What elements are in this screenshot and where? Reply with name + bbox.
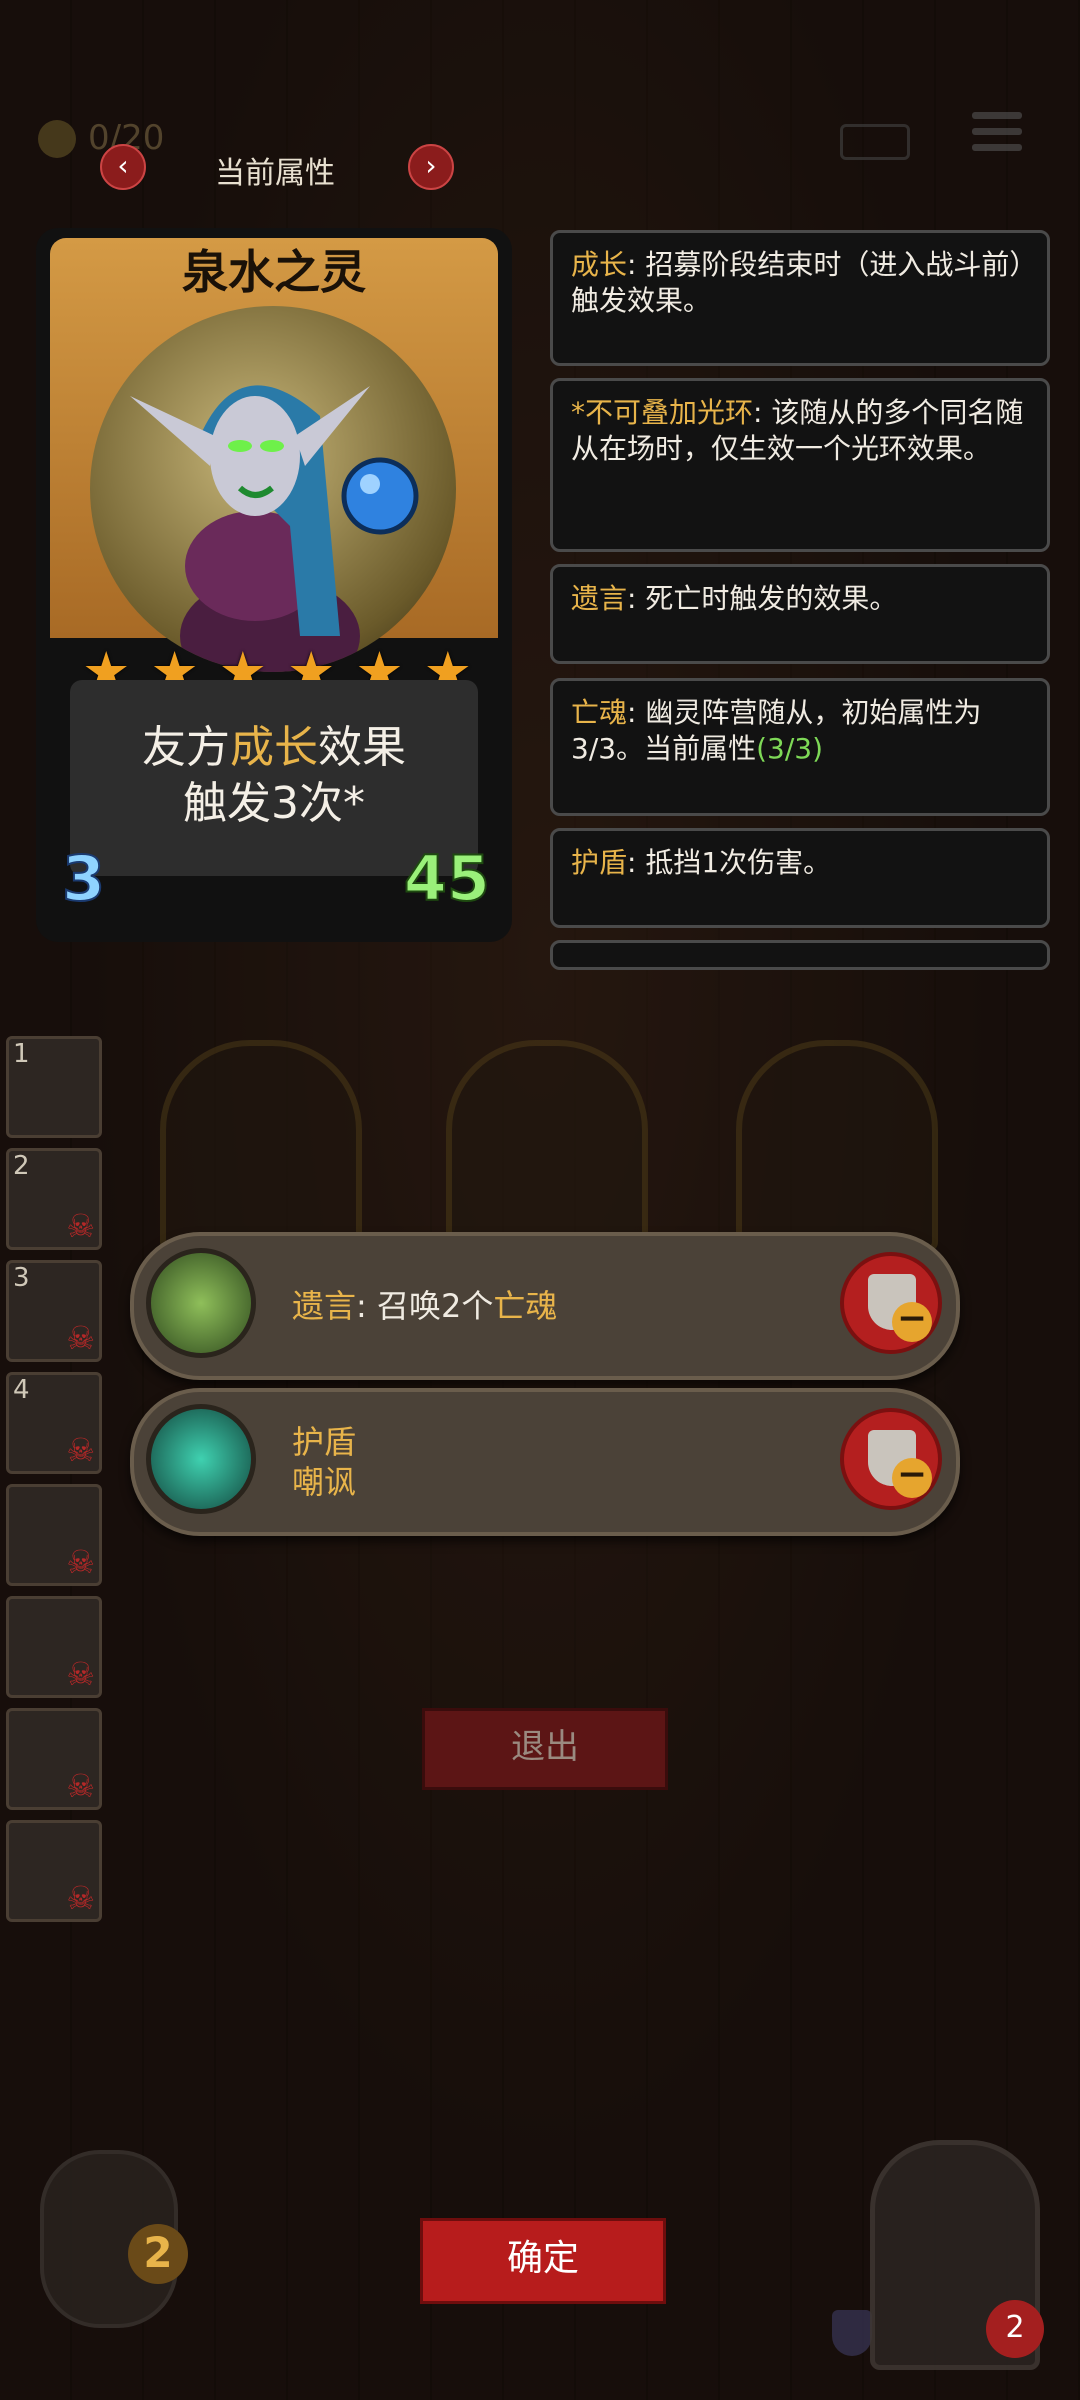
remove-effect-button[interactable]: −	[840, 1408, 942, 1510]
keyword-name: 遗言	[571, 582, 628, 615]
desc-prefix: 友方	[142, 722, 230, 773]
remove-effect-button[interactable]: −	[840, 1252, 942, 1354]
keyword-text: : 死亡时触发的效果。	[627, 582, 898, 615]
keyword-panel-deathrattle: 遗言: 死亡时触发的效果。	[550, 564, 1050, 664]
card-portrait	[90, 306, 456, 672]
player-slot[interactable]: 2 ☠	[6, 1148, 102, 1250]
coin-counter: 2	[128, 2224, 188, 2284]
card-cost: 3	[61, 841, 106, 916]
skull-icon: ☠	[66, 1879, 95, 1917]
keyword-name: *不可叠加光环	[571, 396, 754, 429]
slot-number: 4	[13, 1375, 30, 1405]
slot-number: 1	[13, 1039, 30, 1069]
spirit-icon	[146, 1404, 256, 1514]
keyword-name: 成长	[571, 248, 628, 281]
effect-row-shield-taunt[interactable]: 护盾 嘲讽 −	[130, 1388, 960, 1536]
player-slot[interactable]: ☠	[6, 1484, 102, 1586]
minion-card: 泉水之灵 ★ ★ ★ ★ ★ ★ 友方成长效果 触发3次* 3 45	[36, 228, 512, 942]
effect-separator: :	[356, 1287, 377, 1325]
player-slot[interactable]: 1	[6, 1036, 102, 1138]
player-slot[interactable]: ☠	[6, 1820, 102, 1922]
slot-number: 2	[13, 1151, 30, 1181]
player-slot[interactable]: 4 ☠	[6, 1372, 102, 1474]
player-slot[interactable]: ☠	[6, 1708, 102, 1810]
next-attribute-button[interactable]: ›	[408, 144, 454, 190]
hero-health: 2	[986, 2300, 1044, 2358]
battery-icon	[840, 124, 910, 160]
desc-line2: 触发3次*	[183, 778, 365, 829]
keyword-name: 亡魂	[571, 696, 628, 729]
menu-icon[interactable]	[972, 112, 1022, 156]
keyword-name: 护盾	[571, 846, 628, 879]
effect-text: 遗言: 召唤2个亡魂	[292, 1286, 557, 1326]
effect-keyword: 护盾	[292, 1423, 357, 1461]
confirm-button[interactable]: 确定	[420, 2218, 666, 2304]
keyword-panel-growth: 成长: 招募阶段结束时（进入战斗前）触发效果。	[550, 230, 1050, 366]
skull-icon: ☠	[66, 1431, 95, 1469]
minus-icon: −	[892, 1301, 932, 1342]
effect-keyword: 嘲讽	[292, 1463, 357, 1501]
effect-keyword: 遗言	[292, 1287, 357, 1325]
keyword-stat: (3/3)	[756, 732, 823, 765]
card-name: 泉水之灵	[182, 245, 366, 299]
skull-icon: ☠	[66, 1319, 95, 1357]
skull-icon: ☠	[66, 1655, 95, 1693]
keyword-text: : 抵挡1次伤害。	[627, 846, 832, 879]
keyword-panel-ghost: 亡魂: 幽灵阵营随从，初始属性为3/3。当前属性(3/3)	[550, 678, 1050, 816]
desc-keyword: 成长	[230, 722, 318, 773]
keyword-panel-shield: 护盾: 抵挡1次伤害。	[550, 828, 1050, 928]
card-description: 友方成长效果 触发3次*	[70, 720, 478, 832]
keyword-panel-more	[550, 940, 1050, 970]
chevron-right-icon: ›	[425, 149, 437, 182]
player-slot[interactable]: 3 ☠	[6, 1260, 102, 1362]
armor-icon	[832, 2310, 872, 2356]
skull-icon: ☠	[66, 1207, 95, 1245]
slot-number: 3	[13, 1263, 30, 1293]
card-power: 45	[403, 841, 491, 916]
player-slot[interactable]: ☠	[6, 1596, 102, 1698]
chevron-left-icon: ‹	[117, 149, 129, 182]
minus-icon: −	[892, 1457, 932, 1498]
keyword-panel-aura: *不可叠加光环: 该随从的多个同名随从在场时，仅生效一个光环效果。	[550, 378, 1050, 552]
effect-text: 护盾 嘲讽	[292, 1422, 356, 1502]
skull-icon: ☠	[66, 1767, 95, 1805]
effect-desc: 召唤2个	[376, 1287, 494, 1325]
exit-button[interactable]: 退出	[422, 1708, 668, 1790]
attribute-title: 当前属性	[215, 156, 335, 191]
desc-suffix: 效果	[318, 722, 406, 773]
lantern-icon	[146, 1248, 256, 1358]
prev-attribute-button[interactable]: ‹	[100, 144, 146, 190]
effect-highlight: 亡魂	[493, 1287, 558, 1325]
effect-row-deathrattle[interactable]: 遗言: 召唤2个亡魂 −	[130, 1232, 960, 1380]
keyword-text: : 招募阶段结束时（进入战斗前）触发效果。	[571, 248, 1024, 317]
gold-icon	[38, 120, 76, 158]
skull-icon: ☠	[66, 1543, 95, 1581]
